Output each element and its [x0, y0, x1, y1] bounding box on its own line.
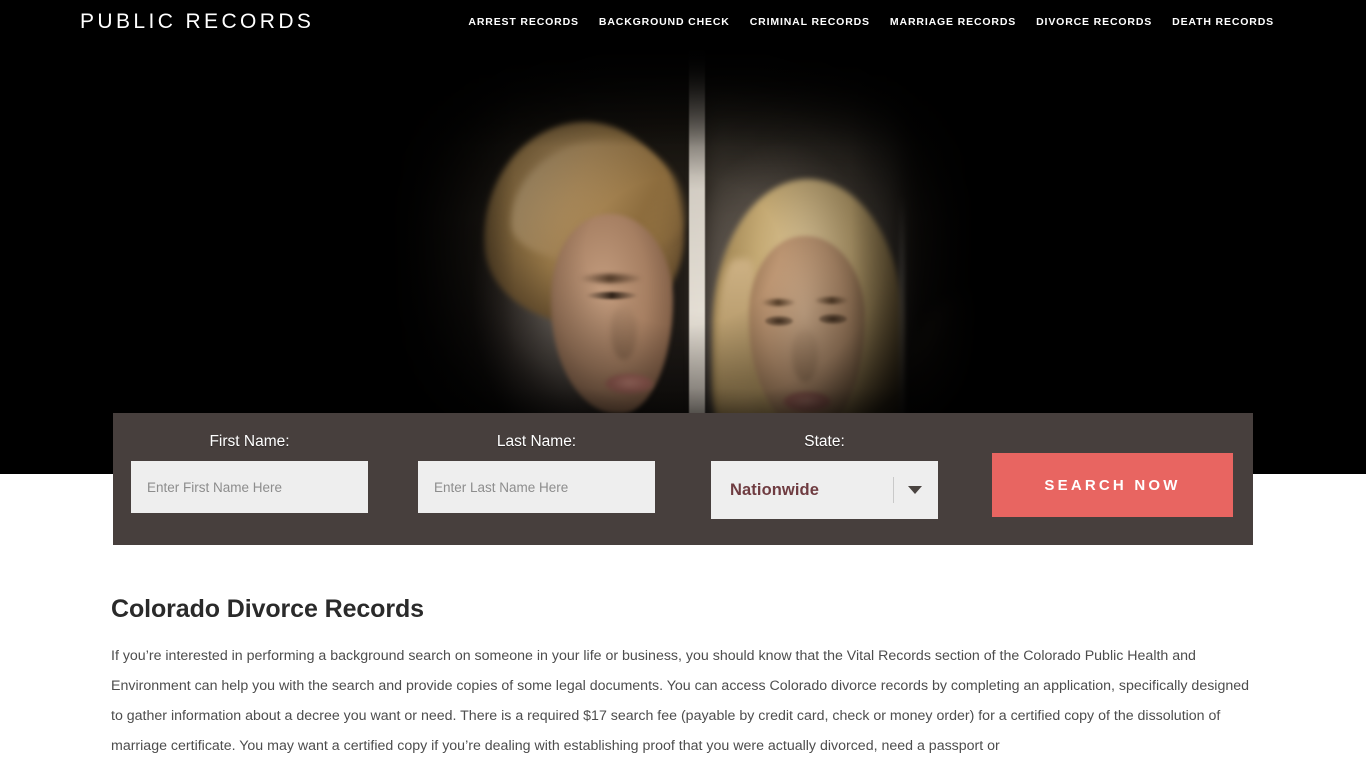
first-name-input[interactable] — [131, 461, 368, 513]
nav-item-criminal-records[interactable]: CRIMINAL RECORDS — [740, 14, 880, 30]
nav-item-marriage-records[interactable]: MARRIAGE RECORDS — [880, 14, 1026, 30]
state-select[interactable]: Nationwide — [711, 461, 938, 519]
site-header: PUBLIC RECORDS ARREST RECORDS BACKGROUND… — [0, 0, 1366, 44]
last-name-input[interactable] — [418, 461, 655, 513]
state-label: State: — [804, 433, 845, 450]
hero-image — [383, 44, 983, 474]
nav-item-death-records[interactable]: DEATH RECORDS — [1162, 14, 1284, 30]
search-now-button[interactable]: SEARCH NOW — [992, 453, 1233, 517]
state-select-value: Nationwide — [730, 480, 820, 499]
first-name-field-group: First Name: — [131, 432, 368, 513]
state-select-separator — [893, 477, 894, 503]
nav-item-arrest-records[interactable]: ARREST RECORDS — [458, 14, 589, 30]
main-navigation: ARREST RECORDS BACKGROUND CHECK CRIMINAL… — [458, 14, 1284, 30]
search-form-panel: First Name: Last Name: State: Nationwide… — [113, 413, 1253, 545]
last-name-label: Last Name: — [496, 433, 577, 450]
page-title: Colorado Divorce Records — [111, 595, 424, 623]
state-field-group: State: Nationwide — [711, 432, 938, 519]
first-name-label: First Name: — [209, 433, 290, 450]
nav-item-divorce-records[interactable]: DIVORCE RECORDS — [1026, 14, 1162, 30]
intro-paragraph: If you’re interested in performing a bac… — [111, 648, 1250, 754]
nav-item-background-check[interactable]: BACKGROUND CHECK — [589, 14, 740, 30]
main-content: Colorado Divorce Records If you’re inter… — [111, 592, 1253, 761]
hero-section — [0, 0, 1366, 474]
site-logo[interactable]: PUBLIC RECORDS — [80, 8, 314, 36]
hero-vignette-overlay — [383, 44, 983, 474]
chevron-down-icon — [908, 486, 922, 494]
last-name-field-group: Last Name: — [418, 432, 655, 513]
